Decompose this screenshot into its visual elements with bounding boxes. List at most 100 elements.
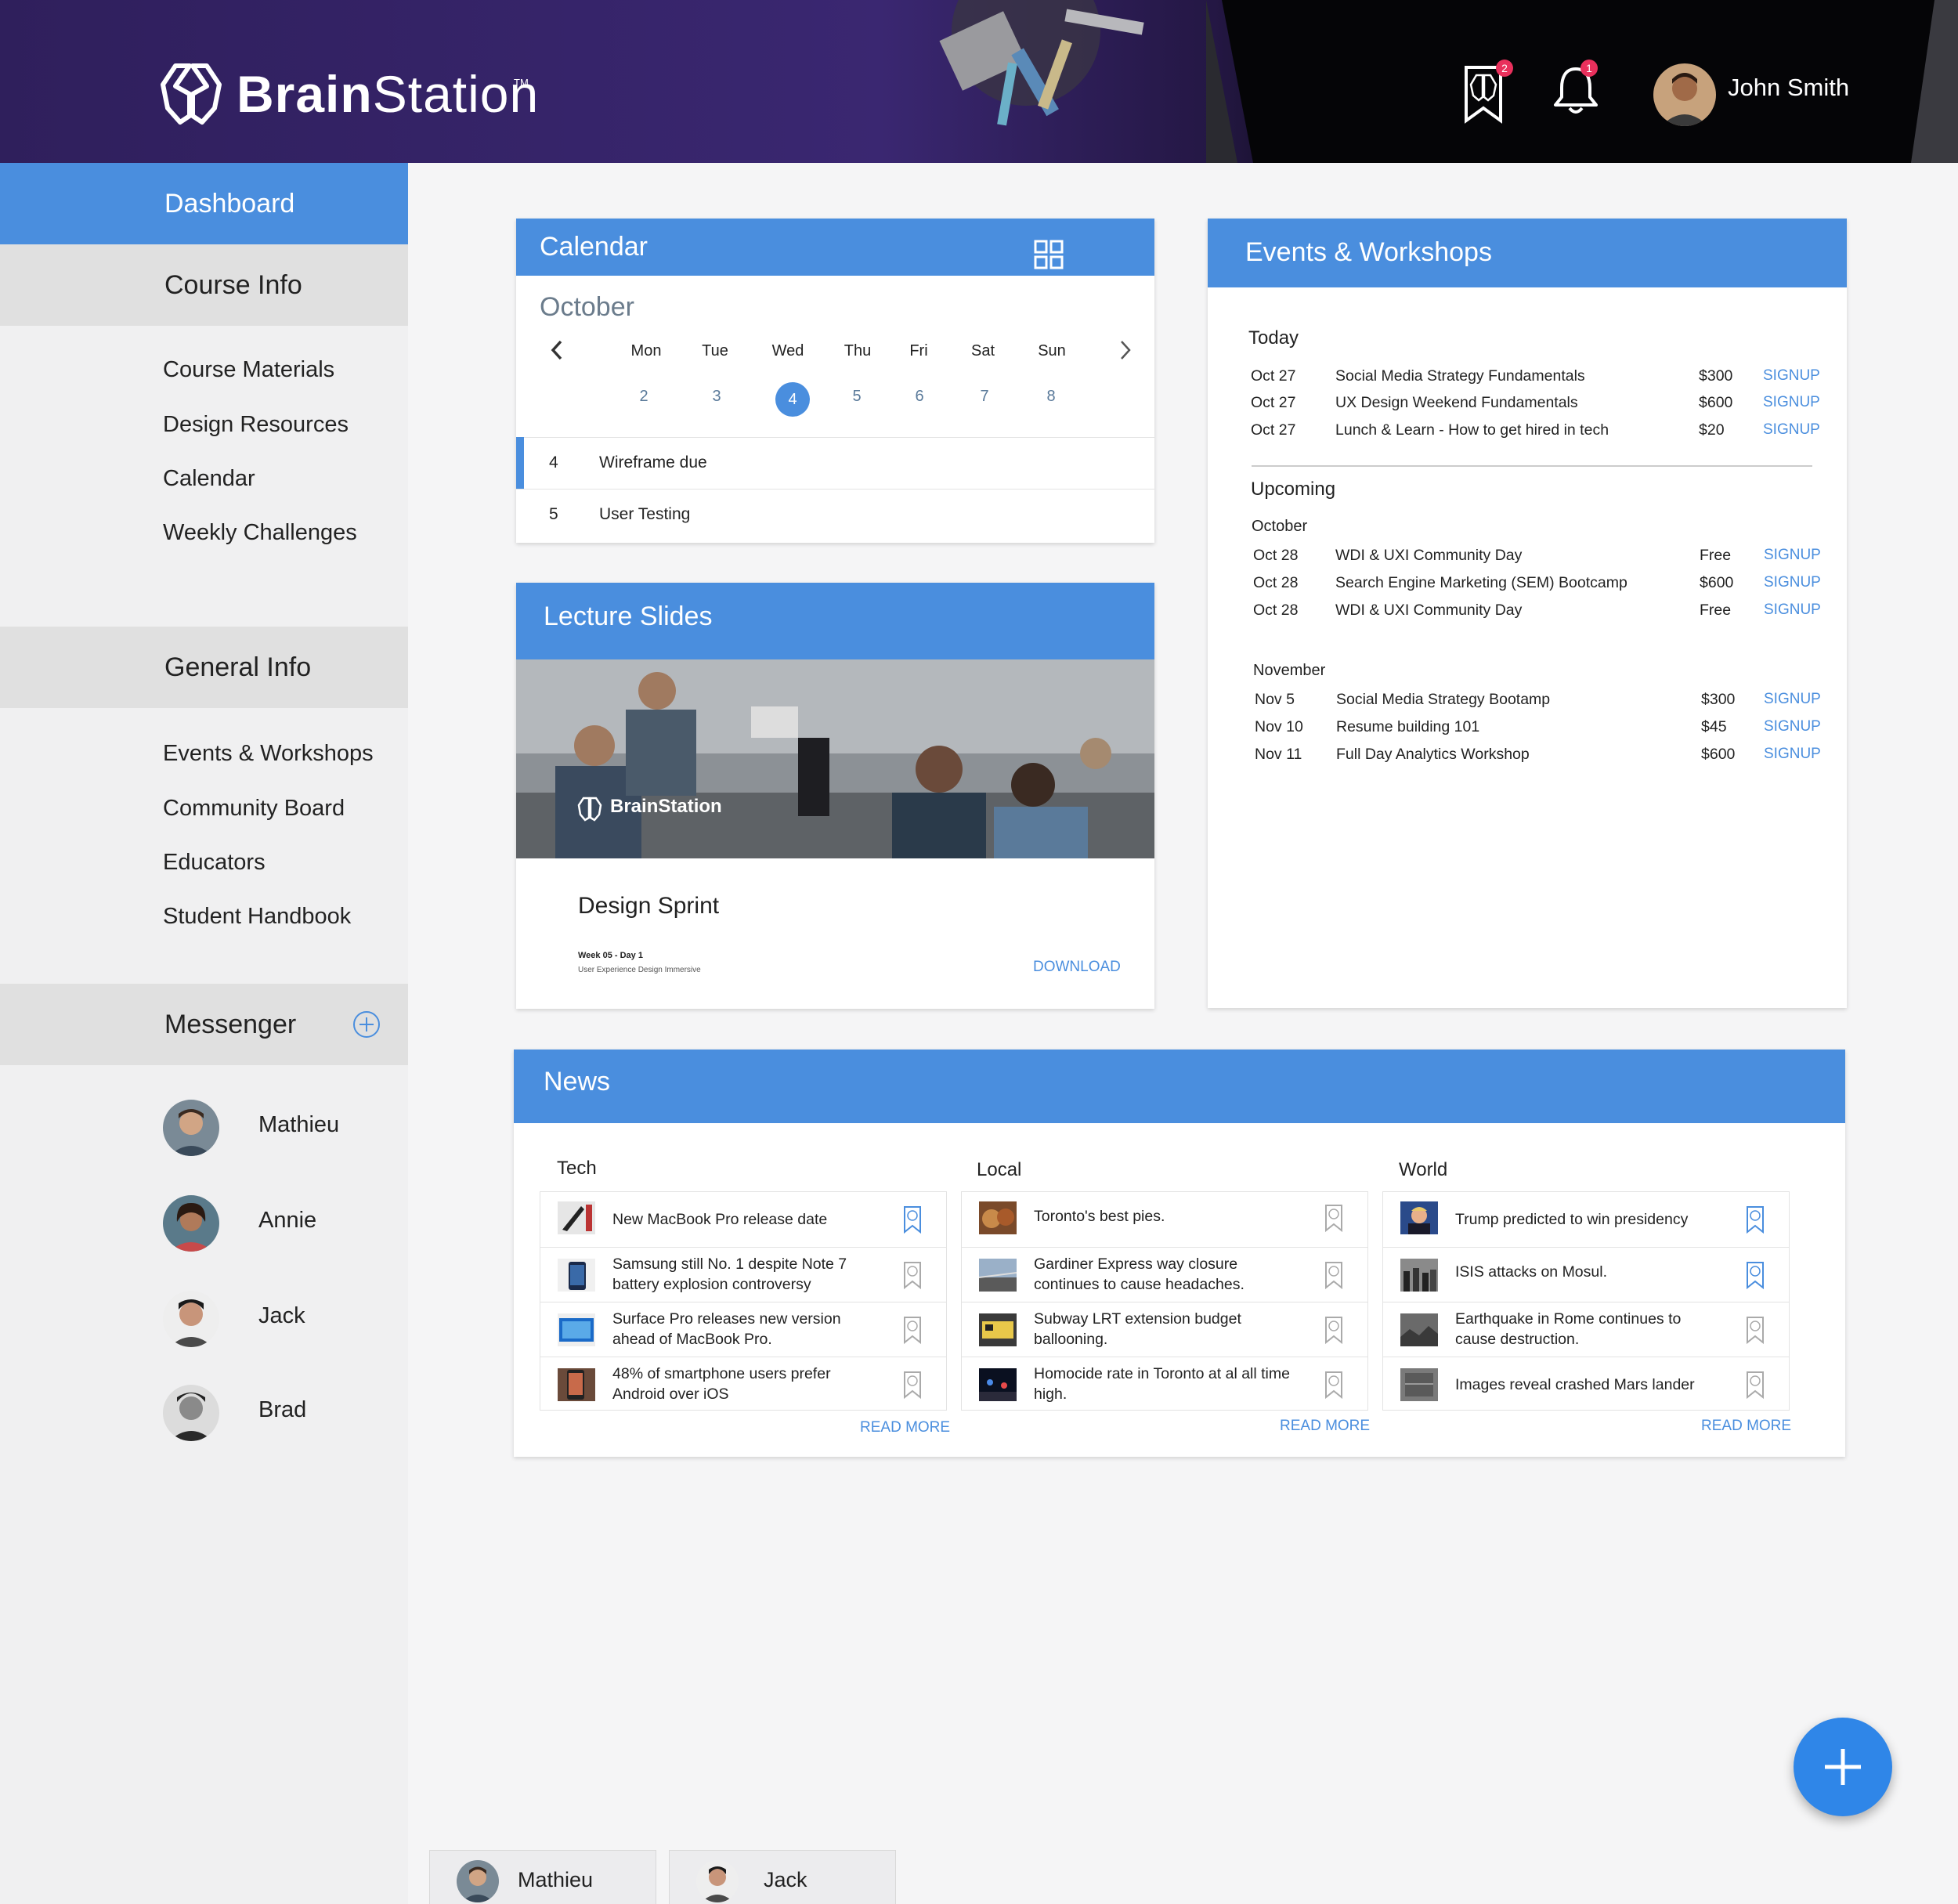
event-name: Lunch & Learn - How to get hired in tech <box>1335 421 1609 439</box>
read-more-world[interactable]: READ MORE <box>1701 1418 1791 1435</box>
event-price: Free <box>1700 602 1732 619</box>
signup-button[interactable]: SIGNUP <box>1763 421 1820 439</box>
bookmark-icon[interactable] <box>1324 1260 1344 1290</box>
signup-button[interactable]: SIGNUP <box>1764 718 1821 735</box>
sidebar-section-general-info[interactable]: General Info <box>0 627 408 708</box>
notifications-button[interactable]: 1 <box>1552 60 1599 116</box>
sidebar-item-student-handbook[interactable]: Student Handbook <box>163 901 351 932</box>
news-headline: Images reveal crashed Mars lander <box>1455 1376 1695 1393</box>
bookmark-icon[interactable] <box>902 1205 923 1234</box>
read-more-tech[interactable]: READ MORE <box>860 1419 950 1436</box>
calendar-event-row[interactable]: 5 User Testing <box>516 489 1154 540</box>
event-row: Nov 5 Social Media Strategy Bootamp $300… <box>1255 691 1821 717</box>
signup-button[interactable]: SIGNUP <box>1764 547 1821 564</box>
sidebar-item-dashboard[interactable]: Dashboard <box>0 163 408 244</box>
bookmark-icon[interactable] <box>1745 1260 1765 1290</box>
bookmark-icon[interactable] <box>1324 1203 1344 1233</box>
bookmark-icon[interactable] <box>902 1370 923 1400</box>
calendar-date[interactable]: 8 <box>1028 388 1075 406</box>
chat-tab-mathieu[interactable]: Mathieu <box>429 1850 656 1904</box>
signup-button[interactable]: SIGNUP <box>1764 746 1821 763</box>
event-date: Oct 28 <box>1253 547 1299 564</box>
news-title: News <box>514 1050 1845 1123</box>
lecture-cover-image[interactable]: BrainStation <box>516 659 1154 858</box>
chat-tab-jack[interactable]: Jack <box>669 1850 896 1904</box>
news-item[interactable]: Earthquake in Rome continues to cause de… <box>1383 1302 1789 1357</box>
desk-supplies-illustration <box>939 0 1144 126</box>
news-thumbnail <box>1400 1313 1438 1346</box>
signup-button[interactable]: SIGNUP <box>1764 691 1821 708</box>
sidebar-item-events-workshops[interactable]: Events & Workshops <box>163 738 374 769</box>
sidebar-item-community-board[interactable]: Community Board <box>163 793 345 824</box>
calendar-event-row[interactable]: 4 Wireframe due <box>516 437 1154 489</box>
news-item[interactable]: Subway LRT extension budget ballooning. <box>962 1302 1367 1357</box>
event-title: Wireframe due <box>599 453 707 471</box>
bookmark-icon[interactable] <box>1745 1315 1765 1345</box>
news-thumbnail <box>558 1259 595 1292</box>
weekday-label: Wed <box>771 342 804 359</box>
download-button[interactable]: DOWNLOAD <box>1033 959 1121 976</box>
event-name: Resume building 101 <box>1336 718 1480 735</box>
news-item[interactable]: Homocide rate in Toronto at al all time … <box>962 1357 1367 1411</box>
sidebar-item-design-resources[interactable]: Design Resources <box>163 409 349 440</box>
news-item[interactable]: New MacBook Pro release date <box>540 1192 946 1247</box>
calendar-date[interactable]: 6 <box>896 388 943 406</box>
user-avatar[interactable] <box>1653 63 1716 126</box>
avatar <box>163 1195 219 1252</box>
add-conversation-icon[interactable] <box>352 1010 381 1039</box>
news-item[interactable]: Toronto's best pies. <box>962 1192 1367 1247</box>
slide-title: Design Sprint <box>578 893 720 919</box>
news-item[interactable]: ISIS attacks on Mosul. <box>1383 1247 1789 1302</box>
contact-mathieu[interactable]: Mathieu <box>163 1100 390 1158</box>
prev-week-button[interactable] <box>548 338 565 368</box>
weekday-label: Sun <box>1038 342 1066 359</box>
brainstation-logo-icon <box>161 63 222 125</box>
news-item[interactable]: Gardiner Express way closure continues t… <box>962 1247 1367 1302</box>
chevron-right-icon <box>1121 341 1131 359</box>
news-thumbnail <box>979 1368 1017 1401</box>
sidebar-item-educators[interactable]: Educators <box>163 847 266 878</box>
bookmark-icon[interactable] <box>902 1260 923 1290</box>
event-price: $300 <box>1699 367 1733 385</box>
news-item[interactable]: Surface Pro releases new version ahead o… <box>540 1302 946 1357</box>
news-item[interactable]: Trump predicted to win presidency <box>1383 1192 1789 1247</box>
event-row: Oct 27 Lunch & Learn - How to get hired … <box>1251 421 1820 448</box>
bookmark-icon[interactable] <box>1745 1205 1765 1234</box>
event-row: Oct 27 Social Media Strategy Fundamental… <box>1251 367 1820 394</box>
news-item[interactable]: Samsung still No. 1 despite Note 7 batte… <box>540 1247 946 1302</box>
news-column-heading: World <box>1399 1159 1448 1180</box>
sidebar-item-weekly-challenges[interactable]: Weekly Challenges <box>163 517 357 548</box>
news-item[interactable]: Images reveal crashed Mars lander <box>1383 1357 1789 1411</box>
read-more-local[interactable]: READ MORE <box>1280 1418 1370 1435</box>
sidebar-item-calendar[interactable]: Calendar <box>163 463 255 494</box>
signup-button[interactable]: SIGNUP <box>1764 574 1821 591</box>
sidebar-section-messenger[interactable]: Messenger <box>0 984 408 1065</box>
bookmark-icon[interactable] <box>1324 1370 1344 1400</box>
bookmark-icon[interactable] <box>1324 1315 1344 1345</box>
calendar-date-selected[interactable]: 4 <box>775 382 810 417</box>
sidebar-section-course-info[interactable]: Course Info <box>0 244 408 326</box>
bookmarks-button[interactable]: 2 <box>1461 60 1513 124</box>
news-headline: Homocide rate in Toronto at al all time … <box>1034 1365 1290 1403</box>
events-month-label: October <box>1252 518 1308 535</box>
chat-tab-name: Mathieu <box>518 1868 594 1891</box>
contact-annie[interactable]: Annie <box>163 1195 390 1253</box>
bookmark-icon[interactable] <box>1745 1370 1765 1400</box>
contact-brad[interactable]: Brad <box>163 1385 390 1443</box>
sidebar-item-course-materials[interactable]: Course Materials <box>163 354 334 385</box>
calendar-date[interactable]: 2 <box>620 388 667 406</box>
news-item[interactable]: 48% of smartphone users prefer Android o… <box>540 1357 946 1411</box>
user-name[interactable]: John Smith <box>1728 72 1849 103</box>
signup-button[interactable]: SIGNUP <box>1763 367 1820 385</box>
calendar-date[interactable]: 5 <box>833 388 880 406</box>
contact-jack[interactable]: Jack <box>163 1291 390 1349</box>
signup-button[interactable]: SIGNUP <box>1763 394 1820 411</box>
add-fab-button[interactable] <box>1794 1718 1892 1816</box>
signup-button[interactable]: SIGNUP <box>1764 602 1821 619</box>
calendar-date[interactable]: 7 <box>961 388 1008 406</box>
grid-view-icon[interactable] <box>1034 240 1064 269</box>
next-week-button[interactable] <box>1117 338 1134 368</box>
calendar-date[interactable]: 3 <box>693 388 740 406</box>
news-headline: Surface Pro releases new version ahead o… <box>612 1310 841 1348</box>
bookmark-icon[interactable] <box>902 1315 923 1345</box>
